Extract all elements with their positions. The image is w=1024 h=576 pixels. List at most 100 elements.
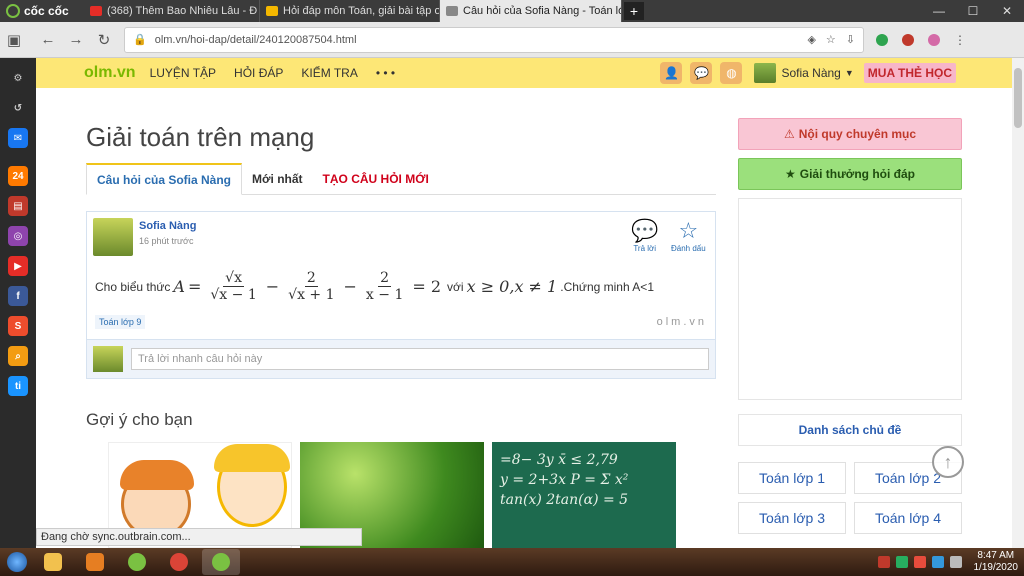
scrollbar-thumb[interactable] — [1014, 68, 1022, 128]
taskbar-coccoc-active[interactable] — [202, 549, 240, 575]
profile-avatar-icon[interactable] — [928, 33, 940, 46]
menu-icon[interactable]: ⋮ — [954, 33, 966, 47]
tray-green-icon[interactable] — [895, 556, 908, 568]
caret-down-icon[interactable]: ▼ — [845, 68, 854, 78]
tray-antivirus-icon[interactable] — [877, 556, 890, 568]
browser-brand[interactable]: cốc cốc — [0, 0, 84, 22]
page-scrollbar[interactable] — [1012, 58, 1024, 548]
topic-tag[interactable]: Toán lớp 9 — [95, 315, 146, 329]
rules-button[interactable]: ⚠ Nội quy chuyên mục — [738, 118, 962, 150]
forward-button[interactable]: → — [62, 26, 90, 54]
nav-hoi-dap[interactable]: HỎI ĐÁP — [234, 66, 283, 80]
tab-user-questions[interactable]: Câu hỏi của Sofia Nàng — [86, 163, 243, 195]
browser-brand-label: cốc cốc — [24, 4, 69, 18]
question-card: Sofia Nàng 16 phút trước 💬 Trả lời ☆ Đán… — [86, 211, 716, 379]
back-button[interactable]: ← — [34, 26, 62, 54]
suggest-title: Gợi ý cho bạn — [86, 410, 193, 429]
prize-button[interactable]: ★ Giải thưởng hỏi đáp — [738, 158, 962, 190]
address-bar[interactable]: 🔒 olm.vn/hoi-dap/detail/240120087504.htm… — [124, 26, 864, 53]
taskbar-media-player[interactable] — [76, 549, 114, 575]
quick-reply-input[interactable]: Trả lời nhanh câu hỏi này — [131, 348, 709, 370]
maximize-icon[interactable]: ☐ — [956, 4, 990, 18]
tray-network-icon[interactable] — [931, 556, 944, 568]
status-bar: Đang chờ sync.outbrain.com... — [36, 528, 362, 546]
question-text-mid: với — [447, 279, 464, 294]
star-icon: ☆ — [678, 218, 699, 243]
taskbar-clock[interactable]: 8:47 AM 1/19/2020 — [974, 550, 1019, 574]
grade-4-button[interactable]: Toán lớp 4 — [854, 502, 962, 534]
bookmark-action[interactable]: ☆ Đánh dấu — [671, 218, 706, 253]
question-tabs: Câu hỏi của Sofia Nàng Mới nhất TẠO CÂU … — [86, 163, 716, 195]
question-body: Cho biểu thức A = √x √x − 1 − 2 √x + 1 − 2x… — [87, 260, 715, 309]
grade-3-button[interactable]: Toán lớp 3 — [738, 502, 846, 534]
grade-buttons: Toán lớp 1 Toán lớp 2 Toán lớp 3 Toán lớ… — [738, 462, 962, 534]
extension-red-icon[interactable] — [902, 33, 914, 46]
grade-1-button[interactable]: Toán lớp 1 — [738, 462, 846, 494]
nav-luyen-tap[interactable]: LUYỆN TẬP — [150, 66, 216, 80]
extension-green-icon[interactable] — [876, 33, 888, 46]
news-app-icon[interactable]: ▤ — [8, 196, 28, 216]
shopee-icon[interactable]: S — [8, 316, 28, 336]
browser-tab-active[interactable]: Câu hỏi của Sofia Nàng - Toán lớp ✕ — [440, 0, 622, 22]
reply-action[interactable]: 💬 Trả lời — [631, 218, 658, 253]
folder-icon — [44, 553, 62, 571]
bookmark-label: Đánh dấu — [671, 244, 706, 253]
download-icon[interactable]: ⇩ — [846, 33, 855, 46]
buy-card-button[interactable]: MUA THẺ HỌC — [863, 63, 956, 83]
bookmark-star-icon[interactable]: ☆ — [826, 33, 836, 46]
taskbar-explorer[interactable] — [34, 549, 72, 575]
start-button[interactable] — [0, 548, 34, 576]
user-menu[interactable]: Sofia Nàng — [781, 66, 840, 80]
tiki-icon[interactable]: ti — [8, 376, 28, 396]
nav-kiem-tra[interactable]: KIỂM TRA — [301, 66, 357, 80]
browser-tab-youtube[interactable]: (368) Thêm Bao Nhiêu Lâu - Đ ✕ — [84, 0, 260, 22]
windows-taskbar: 8:47 AM 1/19/2020 — [0, 548, 1024, 576]
tray-v-icon[interactable] — [913, 556, 926, 568]
taskbar-coccoc[interactable] — [118, 549, 156, 575]
facebook-icon[interactable]: f — [8, 286, 28, 306]
adblock-icon[interactable]: ◈ — [807, 33, 815, 46]
rules-label: Nội quy chuyên mục — [798, 127, 917, 141]
globe-notifications-icon[interactable]: ◍ — [720, 62, 743, 84]
tab-title: (368) Thêm Bao Nhiêu Lâu - Đ — [107, 5, 258, 17]
chrome-store-icon[interactable]: ◎ — [8, 226, 28, 246]
main-column: Giải toán trên mạng Câu hỏi của Sofia Nà… — [86, 122, 716, 379]
add-friend-icon[interactable]: 👤 — [660, 62, 683, 84]
settings-gear-icon[interactable]: ⚙ — [8, 68, 28, 88]
sidebar-toggle-icon[interactable]: ▣ — [0, 26, 28, 54]
author-name[interactable]: Sofia Nàng — [139, 220, 196, 232]
site-logo[interactable]: olm.vn — [84, 64, 136, 82]
tab-create-question[interactable]: TẠO CÂU HỎI MỚI — [313, 163, 439, 194]
tab-newest[interactable]: Mới nhất — [242, 163, 313, 194]
current-user-avatar — [93, 346, 123, 372]
new-tab-button[interactable]: + — [624, 2, 644, 20]
app-24h-icon[interactable]: 24 — [8, 166, 28, 186]
windows-logo-icon — [7, 552, 27, 572]
messenger-icon[interactable]: ✉ — [8, 128, 28, 148]
messages-icon[interactable]: 💬 — [690, 62, 713, 84]
search-icon[interactable]: ⌕ — [8, 346, 28, 366]
reload-button[interactable]: ↻ — [90, 26, 118, 54]
reply-label: Trả lời — [633, 244, 657, 253]
youtube-sidebar-icon[interactable]: ▶ — [8, 256, 28, 276]
browser-tab-hoidap[interactable]: Hỏi đáp môn Toán, giải bài tập on ✕ — [260, 0, 440, 22]
girl-illustration — [214, 444, 290, 527]
math-expression: A = √x √x − 1 − 2 √x + 1 − 2x − 1 = 2 — [173, 270, 442, 303]
page-favicon-icon — [446, 6, 458, 16]
coccoc-icon — [128, 553, 146, 571]
quick-reply: Trả lời nhanh câu hỏi này — [87, 339, 715, 378]
tray-volume-icon[interactable] — [949, 556, 962, 568]
history-icon[interactable]: ↺ — [8, 98, 28, 118]
author-avatar[interactable] — [93, 218, 133, 256]
browser-tab-strip: cốc cốc (368) Thêm Bao Nhiêu Lâu - Đ ✕ H… — [0, 0, 1024, 22]
scroll-to-top-icon[interactable]: ↑ — [932, 446, 964, 478]
prize-label: Giải thưởng hỏi đáp — [799, 167, 915, 181]
right-column: ⚠ Nội quy chuyên mục ★ Giải thưởng hỏi đ… — [738, 118, 962, 534]
taskbar-chrome[interactable] — [160, 549, 198, 575]
close-window-icon[interactable]: ✕ — [990, 4, 1024, 18]
minimize-icon[interactable]: — — [922, 4, 956, 18]
suggest-card-chalkboard[interactable]: =8− 3y x̄ ≤ 2,79 y = 2+3x P = Σ x² tan(x… — [492, 442, 676, 548]
topics-list-header[interactable]: Danh sách chủ đề — [738, 414, 962, 446]
nav-more[interactable]: • • • — [376, 66, 395, 80]
user-avatar[interactable] — [754, 63, 777, 83]
